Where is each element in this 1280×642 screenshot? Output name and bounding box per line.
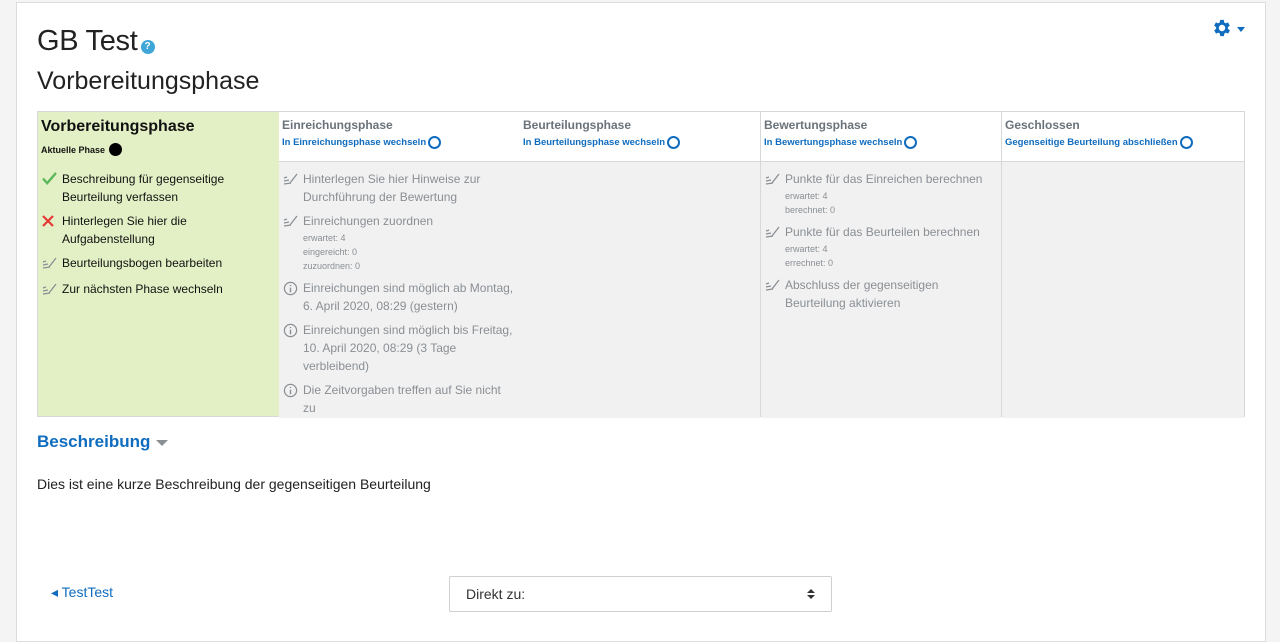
phase-tasks: Punkte für das Einreichen berechnen erwa…: [761, 162, 1001, 418]
todo-icon: [42, 254, 62, 274]
todo-icon: [765, 223, 785, 270]
task-item: Punkte für das Beurteilen berechnen erwa…: [765, 223, 997, 270]
task-item: Punkte für das Einreichen berechnen erwa…: [765, 170, 997, 217]
description-heading[interactable]: Beschreibung: [37, 432, 150, 452]
phase-name: Beurteilungsphase: [523, 118, 632, 132]
description-text: Dies ist eine kurze Beschreibung der geg…: [37, 476, 431, 492]
phase-name: Vorbereitungsphase: [41, 118, 195, 135]
phase-tasks: Hinterlegen Sie hier Hinweise zur Durchf…: [279, 162, 520, 418]
todo-icon: [283, 212, 303, 273]
switch-phase-link[interactable]: In Einreichungsphase wechseln: [282, 136, 517, 149]
task-item: Einreichungen zuordnen erwartet: 4 einge…: [283, 212, 516, 273]
switch-phase-circle-icon[interactable]: [667, 136, 681, 149]
phase-name: Geschlossen: [1005, 118, 1080, 132]
current-phase-indicator: Aktuelle Phase: [41, 143, 276, 156]
info-icon: [283, 381, 303, 417]
task-item: Hinterlegen Sie hier die Aufgabenstellun…: [42, 212, 275, 248]
gear-icon[interactable]: [1211, 17, 1233, 39]
task-item: Zur nächsten Phase wechseln: [42, 280, 275, 300]
current-phase-dot-icon: [109, 143, 123, 156]
switch-phase-link[interactable]: In Beurteilungsphase wechseln: [523, 136, 757, 149]
question-circle-icon[interactable]: ?: [140, 40, 155, 54]
phase-tasks: [520, 162, 760, 418]
caret-down-icon[interactable]: [156, 440, 169, 446]
phase-status: Aktuelle Phase: [41, 144, 106, 155]
switch-phase-link[interactable]: In Bewertungsphase wechseln: [764, 136, 998, 149]
task-item: Hinterlegen Sie hier Hinweise zur Durchf…: [283, 170, 516, 206]
phase-evaluation: Bewertungsphase In Bewertungsphase wechs…: [761, 112, 1002, 418]
todo-icon: [42, 280, 62, 300]
switch-phase-link[interactable]: Gegenseitige Beurteilung abschließen: [1005, 136, 1241, 149]
phase-assessment: Beurteilungsphase In Beurteilungsphase w…: [520, 112, 761, 418]
switch-phase-circle-icon[interactable]: [428, 136, 442, 149]
todo-icon: [765, 276, 785, 312]
settings-menu[interactable]: [1211, 17, 1245, 39]
current-phase-title: Vorbereitungsphase: [37, 67, 260, 95]
switch-phase-circle-icon[interactable]: [904, 136, 918, 149]
task-item: Beurteilungsbogen bearbeiten: [42, 254, 275, 274]
phase-setup: Vorbereitungsphase Aktuelle Phase Beschr…: [38, 112, 279, 416]
info-icon: [283, 321, 303, 375]
phase-name: Einreichungsphase: [282, 118, 393, 132]
cross-icon: [42, 212, 62, 248]
select-arrows-icon[interactable]: [807, 589, 815, 599]
phase-name: Bewertungsphase: [764, 118, 868, 132]
jump-to-select[interactable]: Direkt zu:: [449, 576, 832, 612]
phase-submission: Einreichungsphase In Einreichungsphase w…: [279, 112, 520, 418]
task-details: erwartet: 4 errechnet: 0: [785, 244, 834, 268]
task-item: Die Zeitvorgaben treffen auf Sie nicht z…: [283, 381, 516, 417]
checkmark-icon: [42, 170, 62, 206]
chevron-down-icon[interactable]: [1237, 26, 1245, 32]
task-item: Einreichungen sind möglich bis Freitag, …: [283, 321, 516, 375]
todo-icon: [765, 170, 785, 217]
page-header: GB Test ?: [37, 25, 155, 58]
task-details: erwartet: 4 eingereicht: 0 zuzuordnen: 0: [303, 233, 361, 271]
switch-phase-circle-icon[interactable]: [1179, 136, 1193, 149]
info-icon: [283, 279, 303, 315]
phase-closed: Geschlossen Gegenseitige Beurteilung abs…: [1002, 112, 1244, 418]
description-toggle[interactable]: Beschreibung: [37, 432, 169, 452]
task-item: Beschreibung für gegenseitige Beurteilun…: [42, 170, 275, 206]
page-title: GB Test: [37, 25, 138, 57]
task-item: Abschluss der gegenseitigen Beurteilung …: [765, 276, 997, 312]
jump-to-select-value[interactable]: Direkt zu:: [466, 586, 525, 602]
previous-activity-link[interactable]: ◂ TestTest: [51, 584, 113, 601]
task-item: Einreichungen sind möglich ab Montag, 6.…: [283, 279, 516, 315]
todo-icon: [283, 170, 303, 206]
task-details: erwartet: 4 berechnet: 0: [785, 191, 836, 215]
phase-planner: Vorbereitungsphase Aktuelle Phase Beschr…: [37, 111, 1245, 418]
main-page: GB Test ? Vorbereitungsphase Vorbereitun…: [16, 2, 1266, 642]
phase-tasks: [1002, 162, 1244, 418]
phase-tasks: Beschreibung für gegenseitige Beurteilun…: [38, 162, 279, 300]
